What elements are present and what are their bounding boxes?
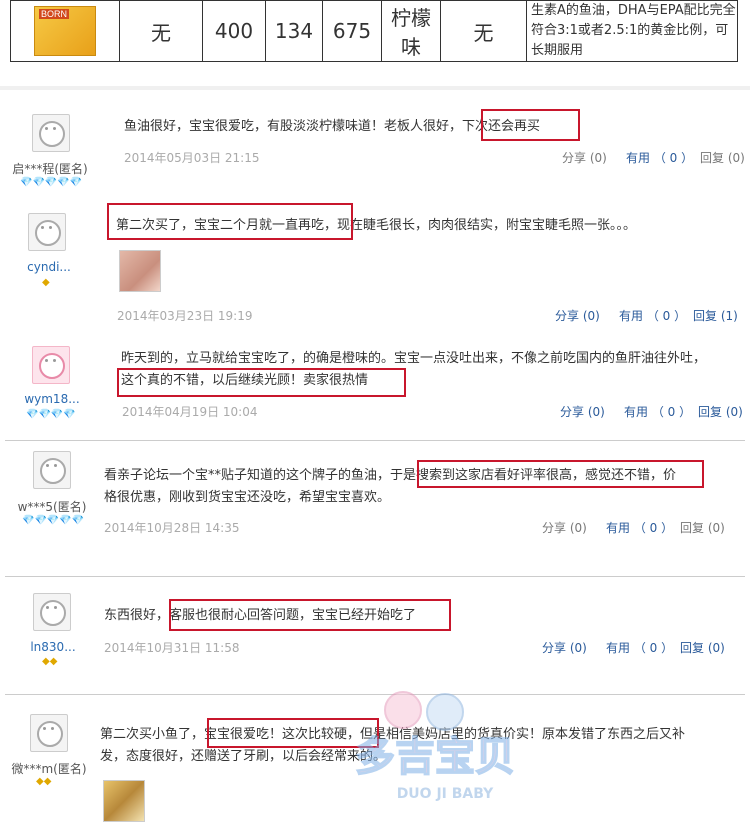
- svg-text:多吉宝贝: 多吉宝贝: [355, 734, 515, 780]
- divider: [5, 440, 745, 441]
- review-text: 鱼油很好，宝宝很爱吃，有股淡淡柠檬味道！老板人很好，下次还会再买: [124, 119, 541, 134]
- review-photo[interactable]: [103, 780, 145, 822]
- share-link[interactable]: 分享 (0): [555, 307, 600, 324]
- table-cell: 无: [440, 0, 527, 62]
- share-link[interactable]: 分享 (0): [560, 403, 605, 420]
- reply-link[interactable]: 回复 (0): [680, 639, 725, 656]
- highlight-box: [117, 368, 406, 397]
- useful-button[interactable]: 有用 （ 0 ）: [606, 519, 673, 536]
- avatar[interactable]: [33, 593, 71, 631]
- rank-gems-icon: 💎💎💎💎💎: [22, 515, 85, 526]
- duoji-baby-watermark-logo: 多吉宝贝 DUO JI BABY: [345, 680, 525, 810]
- review-date: 2014年04月19日 10:04: [122, 405, 258, 419]
- review-date: 2014年10月31日 11:58: [104, 641, 240, 655]
- product-image: BORN: [34, 6, 96, 56]
- rank-gems-icon: ◆◆: [42, 656, 58, 667]
- username[interactable]: wym18...: [14, 392, 90, 406]
- table-description: 生素A的鱼油，DHA与EPA配比完全符合3:1或者2.5:1的黄金比例，可长期服…: [526, 0, 738, 62]
- svg-text:DUO JI BABY: DUO JI BABY: [397, 786, 494, 802]
- useful-button[interactable]: 有用 （ 0 ）: [606, 639, 673, 656]
- review-text: 格很优惠，刚收到货宝宝还没吃，希望宝宝喜欢。: [104, 490, 391, 505]
- username[interactable]: 启***程(匿名): [8, 160, 92, 177]
- table-cell: 无: [119, 0, 203, 62]
- review-date: 2014年10月28日 14:35: [104, 521, 240, 535]
- reply-link[interactable]: 回复 (0): [700, 149, 745, 166]
- share-link[interactable]: 分享 (0): [542, 519, 587, 536]
- username[interactable]: cyndi...: [18, 260, 80, 274]
- share-link[interactable]: 分享 (0): [542, 639, 587, 656]
- review-date: 2014年03月23日 19:19: [117, 309, 253, 323]
- useful-button[interactable]: 有用 （ 0 ）: [619, 307, 686, 324]
- avatar[interactable]: [28, 213, 66, 251]
- avatar[interactable]: [33, 451, 71, 489]
- avatar[interactable]: [30, 714, 68, 752]
- rank-gems-icon: 💎💎💎💎: [26, 409, 76, 420]
- highlight-box: [481, 109, 580, 141]
- divider: [0, 86, 750, 90]
- reply-link[interactable]: 回复 (0): [698, 403, 743, 420]
- highlight-box: [169, 599, 451, 631]
- review-text: 昨天到的，立马就给宝宝吃了，的确是橙味的。宝宝一点没吐出来，不像之前吃国内的鱼肝…: [121, 351, 707, 366]
- review-photo[interactable]: [119, 250, 161, 292]
- table-cell: 134: [265, 0, 323, 62]
- product-table: BORN 无 400 134 675 柠檬味 无 生素A的鱼油，DHA与EPA配…: [10, 0, 738, 62]
- table-cell: 675: [322, 0, 382, 62]
- highlight-box: [107, 203, 353, 240]
- useful-button[interactable]: 有用 （ 0 ）: [626, 149, 693, 166]
- table-cell: 柠檬味: [381, 0, 441, 62]
- rank-gems-icon: ◆: [42, 277, 50, 288]
- reply-link[interactable]: 回复 (1): [693, 307, 738, 324]
- avatar[interactable]: [32, 114, 70, 152]
- highlight-box: [417, 460, 704, 488]
- table-cell: 400: [202, 0, 266, 62]
- rank-gems-icon: ◆◆: [36, 776, 52, 787]
- username[interactable]: ln830...: [22, 640, 84, 654]
- avatar[interactable]: [32, 346, 70, 384]
- product-image-cell: BORN: [10, 0, 120, 62]
- share-link[interactable]: 分享 (0): [562, 149, 607, 166]
- username[interactable]: w***5(匿名): [10, 498, 94, 515]
- reply-link[interactable]: 回复 (0): [680, 519, 725, 536]
- rank-gems-icon: 💎💎💎💎💎: [20, 177, 83, 188]
- divider: [5, 576, 745, 577]
- review-date: 2014年05月03日 21:15: [124, 151, 260, 165]
- username[interactable]: 微***m(匿名): [6, 760, 92, 777]
- review-text: 发，态度很好，还赠送了牙刷，以后会经常来的。: [100, 749, 387, 764]
- useful-button[interactable]: 有用 （ 0 ）: [624, 403, 691, 420]
